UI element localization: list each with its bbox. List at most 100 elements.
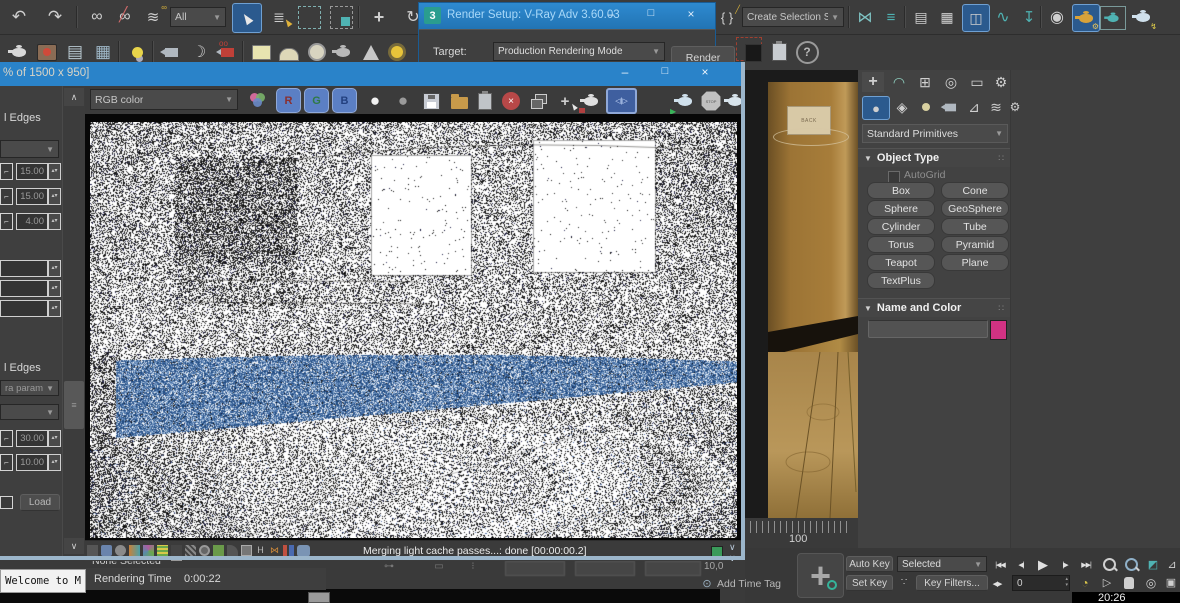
- scroll-down-icon[interactable]: ∨: [64, 538, 84, 554]
- save-image-icon[interactable]: [418, 88, 444, 114]
- maximize-icon[interactable]: □: [639, 7, 663, 23]
- create-key-button[interactable]: +: [797, 553, 844, 598]
- target-dropdown[interactable]: Production Rendering Mode▼: [493, 42, 665, 61]
- curve-editor-icon[interactable]: ∿: [990, 4, 1016, 30]
- selection-set-dropdown[interactable]: Selected▼: [897, 556, 987, 572]
- field-of-view-icon[interactable]: ⊿: [1164, 556, 1180, 573]
- spinner-field-7[interactable]: 30.00: [16, 430, 48, 447]
- primitive-button-torus[interactable]: Torus: [868, 237, 934, 252]
- alpha-channel-icon[interactable]: ●: [362, 88, 388, 114]
- scroll-thumb[interactable]: ≡: [64, 381, 84, 429]
- orbit-icon[interactable]: ◎: [1142, 574, 1160, 591]
- primitive-button-plane[interactable]: Plane: [942, 255, 1008, 270]
- spinner-arrows[interactable]: ▴▾: [48, 280, 61, 297]
- object-type-rollout-header[interactable]: ▼ Object Type ∷: [858, 148, 1010, 167]
- create-selection-set-dropdown[interactable]: Create Selection Se▼: [742, 7, 844, 27]
- isolate-arrow-icon[interactable]: ▷: [1098, 574, 1116, 591]
- primitive-button-teapot[interactable]: Teapot: [868, 255, 934, 270]
- window-crossing-icon[interactable]: [330, 6, 353, 29]
- spinner-arrows[interactable]: ▴▾: [48, 430, 61, 447]
- object-color-swatch[interactable]: [990, 320, 1007, 340]
- stop-render-icon[interactable]: STOP: [698, 88, 724, 114]
- tab-display[interactable]: ▭: [966, 72, 988, 92]
- select-by-name-icon[interactable]: ≣: [266, 4, 292, 30]
- bind-to-space-warp-icon[interactable]: ≋∞: [140, 4, 166, 30]
- render-setup-icon[interactable]: ⚙: [1072, 4, 1100, 32]
- spinner-field-2[interactable]: 15.00: [16, 188, 48, 205]
- primitive-button-geosphere[interactable]: GeoSphere: [942, 201, 1008, 216]
- subtab-geometry[interactable]: ●: [862, 96, 890, 120]
- select-and-link-icon[interactable]: ∞: [84, 4, 110, 30]
- spinner-field-8[interactable]: 10.00: [16, 454, 48, 471]
- selection-filter-dropdown[interactable]: All▼: [170, 7, 226, 27]
- red-channel-icon[interactable]: R: [276, 88, 301, 113]
- viewport[interactable]: BACK: [745, 70, 858, 518]
- spinner-field-5[interactable]: [0, 280, 48, 297]
- maximize-viewport-icon[interactable]: ▣: [1162, 574, 1180, 591]
- paste-icon[interactable]: [766, 39, 792, 65]
- frame-spinner-arrows[interactable]: ▴▾: [1065, 576, 1068, 588]
- select-object-icon[interactable]: [232, 3, 262, 33]
- dock-arrow-icon[interactable]: ↧: [1016, 4, 1042, 30]
- render-last-icon[interactable]: ▶: [672, 88, 698, 114]
- minimize-icon[interactable]: –: [612, 65, 638, 81]
- track-mouse-icon[interactable]: +: [552, 88, 578, 114]
- current-frame-field[interactable]: 0 ▴▾: [1012, 575, 1070, 591]
- y-coordinate-field[interactable]: [575, 561, 635, 576]
- add-time-tag[interactable]: Add Time Tag: [717, 578, 781, 590]
- load-button[interactable]: Load: [20, 494, 60, 511]
- welcome-window-title[interactable]: Welcome to M: [0, 569, 86, 593]
- panel-scrollbar[interactable]: ∧ ≡ ∨: [62, 86, 85, 556]
- region-render-icon[interactable]: [578, 88, 604, 114]
- subtab-shapes[interactable]: ◈: [892, 96, 912, 118]
- tab-hierarchy[interactable]: ⊞: [914, 72, 936, 92]
- primitive-button-textplus[interactable]: TextPlus: [868, 273, 934, 288]
- name-color-rollout-header[interactable]: ▼ Name and Color ∷: [858, 298, 1010, 317]
- spinner-arrows[interactable]: ▴▾: [48, 188, 61, 205]
- params-dropdown[interactable]: ra params▼: [0, 380, 59, 396]
- select-and-move-icon[interactable]: +: [366, 4, 392, 30]
- rgb-channels-icon[interactable]: [246, 88, 270, 112]
- time-configuration-icon[interactable]: ◔: [1076, 574, 1094, 591]
- spinner-arrows[interactable]: ▴▾: [48, 163, 61, 180]
- key-filters-button[interactable]: Key Filters...: [916, 575, 988, 591]
- blue-channel-icon[interactable]: B: [332, 88, 357, 113]
- render-production-icon[interactable]: ↯: [1130, 4, 1156, 30]
- subtab-lights[interactable]: [916, 96, 936, 118]
- help-icon[interactable]: ?: [794, 39, 820, 65]
- subtab-systems[interactable]: ⚙: [1006, 96, 1024, 118]
- channel-selector-dropdown[interactable]: RGB color▼: [90, 89, 238, 110]
- spinner-arrows[interactable]: ▴▾: [48, 300, 61, 317]
- subtab-cameras[interactable]: [940, 96, 960, 118]
- spinner-arrows[interactable]: ▴▾: [48, 260, 61, 277]
- primitive-button-cylinder[interactable]: Cylinder: [868, 219, 934, 234]
- left-checkbox[interactable]: [0, 496, 13, 509]
- zoom-all-icon[interactable]: [1122, 556, 1140, 573]
- green-channel-icon[interactable]: G: [304, 88, 329, 113]
- spinner-field-1[interactable]: 15.00: [16, 163, 48, 180]
- layer-explorer-icon[interactable]: ▦: [934, 4, 960, 30]
- primitive-button-box[interactable]: Box: [868, 183, 934, 198]
- close-icon[interactable]: ×: [679, 7, 703, 23]
- primitive-button-cone[interactable]: Cone: [942, 183, 1008, 198]
- unlink-selection-icon[interactable]: ∞╱: [112, 4, 138, 30]
- redo-icon[interactable]: ↷: [42, 4, 68, 30]
- set-key-button[interactable]: Set Key: [846, 575, 893, 591]
- align-icon[interactable]: ≡: [878, 4, 904, 30]
- set-key-pose-icon[interactable]: ∵: [896, 574, 912, 590]
- subtab-space-warps[interactable]: ≋: [986, 96, 1006, 118]
- frame-step-icon[interactable]: ◀▶: [988, 575, 1006, 592]
- primitive-button-pyramid[interactable]: Pyramid: [942, 237, 1008, 252]
- zoom-icon[interactable]: [1100, 556, 1118, 573]
- compare-horizontal-icon[interactable]: ◁|▷: [606, 88, 637, 114]
- mirror-icon[interactable]: ⋈: [852, 4, 878, 30]
- render-setup-titlebar[interactable]: 3 Render Setup: V-Ray Adv 3.60.03 – □ ×: [419, 3, 715, 29]
- spinner-field-6[interactable]: [0, 300, 48, 317]
- time-slider-fragment[interactable]: [308, 592, 330, 603]
- clipboard-icon[interactable]: [472, 88, 498, 114]
- auto-key-button[interactable]: Auto Key: [846, 556, 893, 572]
- duplicate-to-host-icon[interactable]: [526, 88, 552, 114]
- left-dropdown-2[interactable]: ▼: [0, 404, 59, 420]
- rendered-frame-window-icon[interactable]: [1100, 6, 1126, 30]
- tab-utilities[interactable]: ⚙: [992, 72, 1010, 92]
